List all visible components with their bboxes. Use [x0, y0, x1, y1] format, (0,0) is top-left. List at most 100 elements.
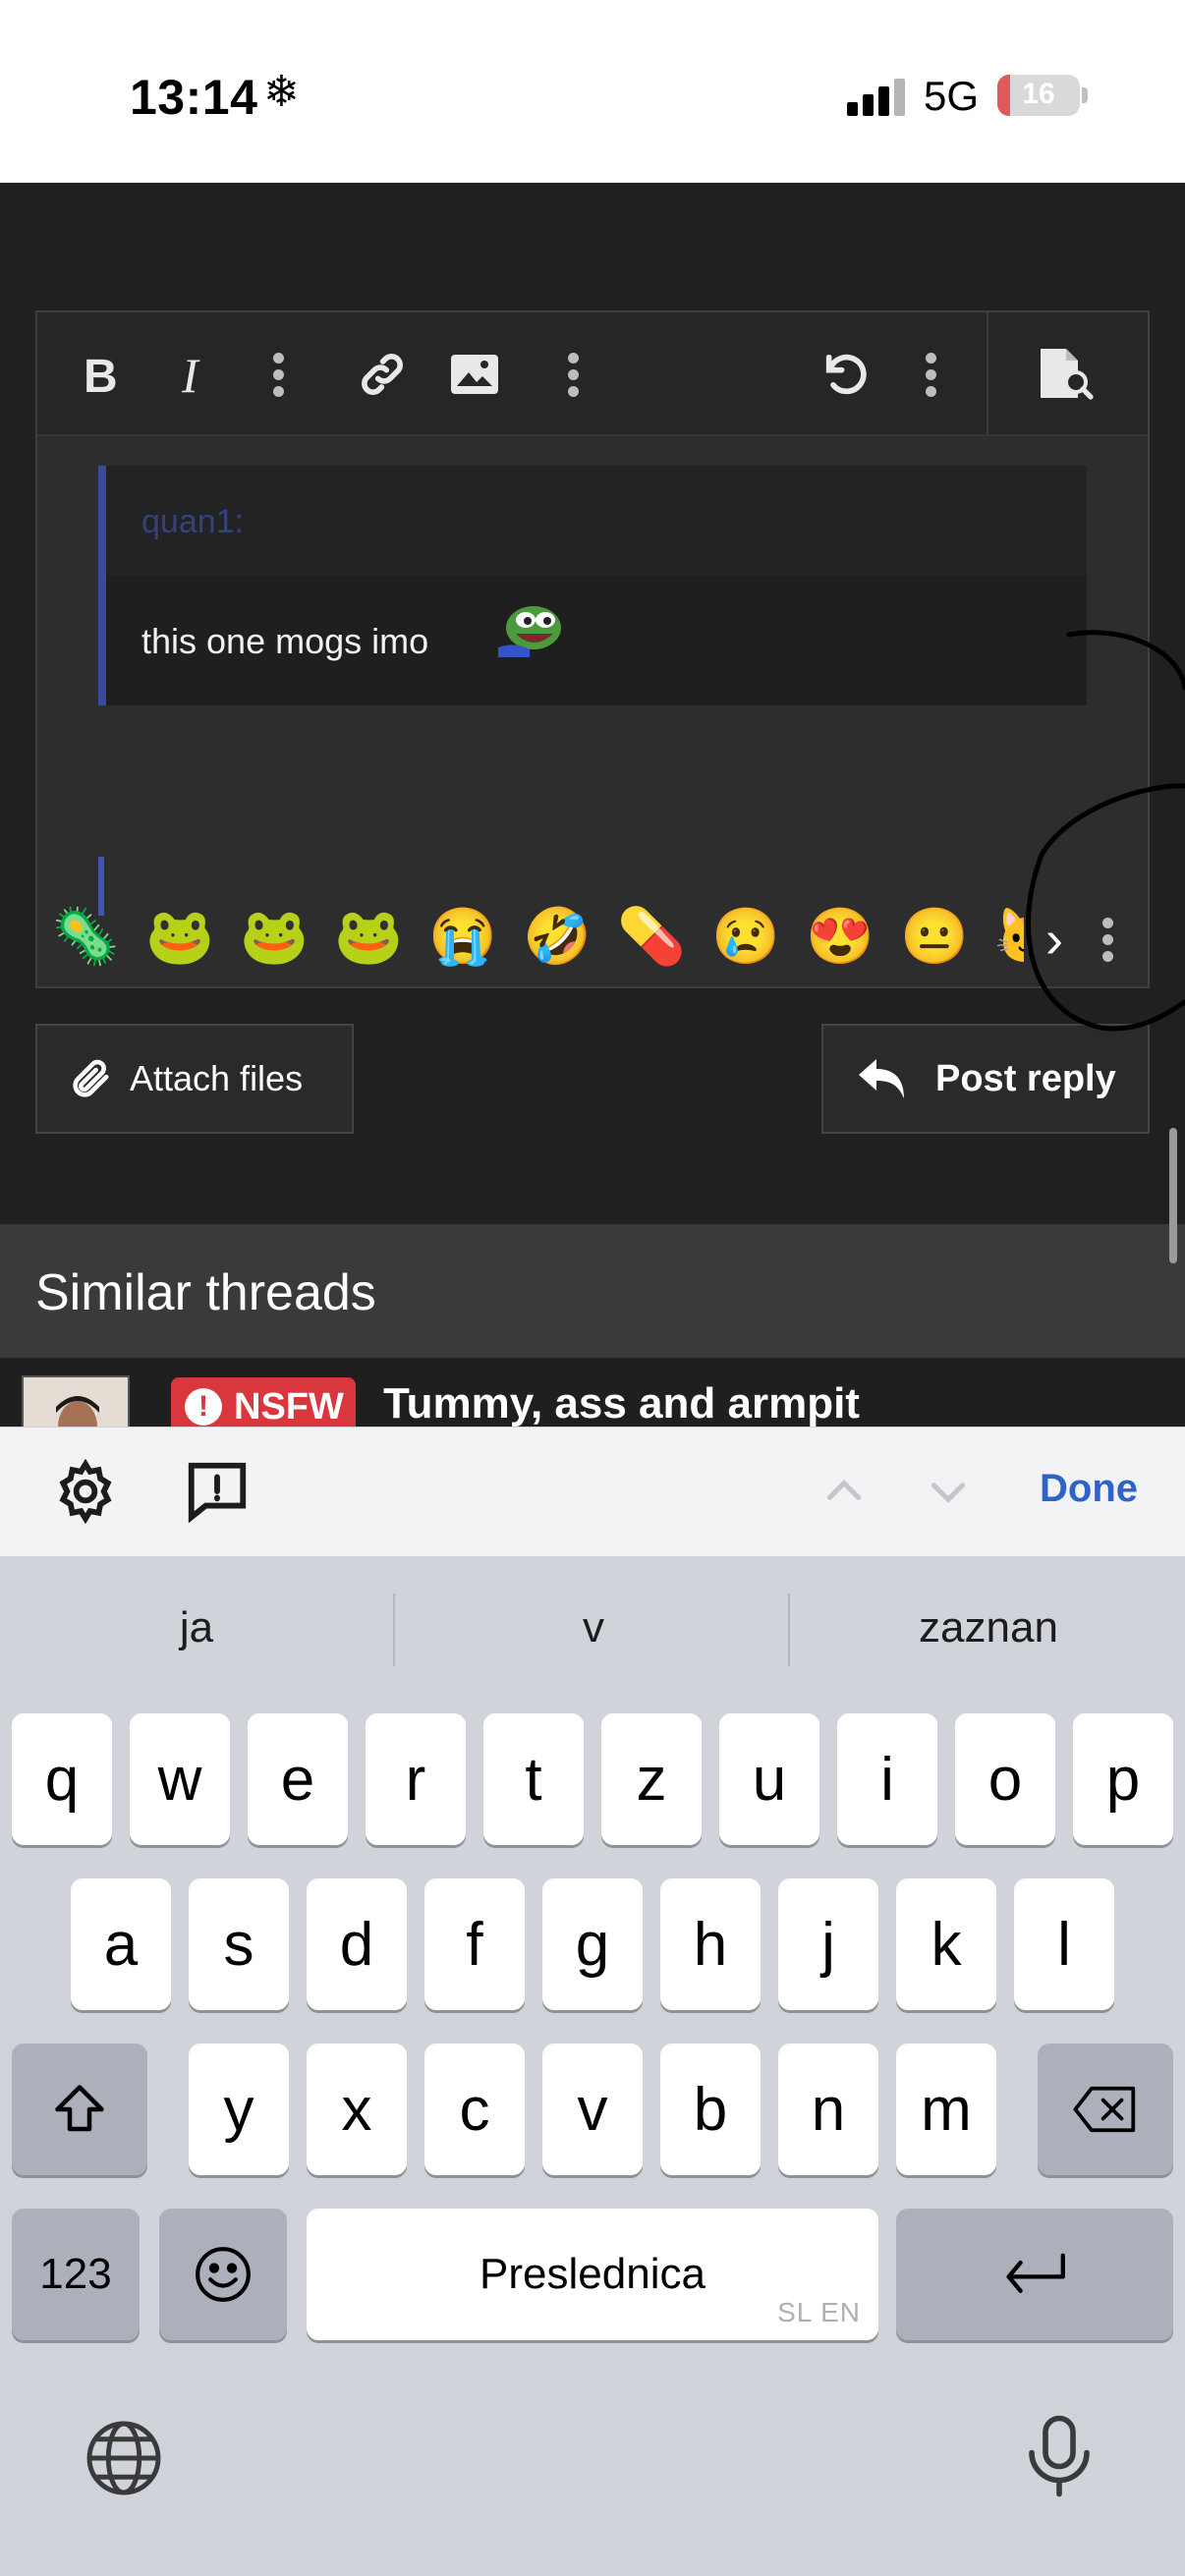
bold-icon[interactable]: B	[69, 340, 138, 409]
feedback-icon[interactable]	[183, 1457, 252, 1526]
attach-files-button[interactable]: Attach files	[35, 1024, 354, 1134]
thread-row[interactable]: ! NSFW Tummy, ass and armpit	[0, 1358, 1185, 1427]
key-d[interactable]: d	[307, 1878, 407, 2010]
quote-text: this one mogs imo	[141, 621, 429, 661]
gear-icon[interactable]	[51, 1457, 120, 1526]
key-l[interactable]: l	[1014, 1878, 1114, 2010]
emoji-item[interactable]: 💊	[617, 904, 686, 969]
key-y[interactable]: y	[189, 2044, 289, 2175]
post-reply-button[interactable]: Post reply	[821, 1024, 1150, 1134]
svg-text:B: B	[84, 351, 118, 398]
svg-text:I: I	[181, 351, 200, 398]
smiley-icon	[196, 2247, 251, 2302]
alert-icon: !	[185, 1388, 222, 1426]
chevron-down-icon[interactable]	[924, 1467, 973, 1516]
key-a[interactable]: a	[71, 1878, 171, 2010]
backspace-key[interactable]	[1038, 2044, 1173, 2175]
space-label: Preslednica	[480, 2250, 705, 2298]
thread-title-link[interactable]: Tummy, ass and armpit	[383, 1379, 860, 1427]
reply-icon	[859, 1059, 904, 1098]
emoji-item[interactable]: 🐸	[240, 904, 309, 969]
key-m[interactable]: m	[896, 2044, 996, 2175]
emoji-item[interactable]: 😍	[806, 904, 875, 969]
key-e[interactable]: e	[248, 1713, 348, 1845]
key-b[interactable]: b	[660, 2044, 761, 2175]
rich-text-editor[interactable]: B I quan1: this one mogs imo 🦠 🐸 🐸 🐸 😭 🤣…	[35, 310, 1150, 988]
editor-toolbar: B I	[37, 312, 1148, 436]
numbers-key[interactable]: 123	[12, 2209, 140, 2340]
key-x[interactable]: x	[307, 2044, 407, 2175]
key-t[interactable]: t	[483, 1713, 584, 1845]
emoji-item[interactable]: 😭	[428, 904, 497, 969]
similar-threads-title: Similar threads	[35, 1264, 376, 1321]
more-vertical-icon[interactable]	[896, 340, 965, 409]
key-c[interactable]: c	[424, 2044, 525, 2175]
return-icon	[1006, 2253, 1065, 2293]
emoji-item[interactable]: 🐱	[994, 904, 1024, 969]
quote-header: quan1:	[106, 466, 1087, 576]
prediction-divider	[393, 1594, 395, 1666]
prediction-suggestion[interactable]: v	[407, 1603, 780, 1652]
chevron-right-icon[interactable]: ›	[1032, 910, 1077, 969]
prediction-suggestion[interactable]: zaznan	[802, 1603, 1175, 1652]
space-key[interactable]: Preslednica SL EN	[307, 2209, 878, 2340]
quote-author[interactable]: quan1:	[141, 503, 244, 541]
key-r[interactable]: r	[366, 1713, 466, 1845]
keyboard-accessory-bar: Done	[0, 1427, 1185, 1556]
more-vertical-icon[interactable]	[1102, 918, 1113, 962]
microphone-icon[interactable]	[1018, 2411, 1100, 2501]
emoji-item[interactable]: 🐸	[145, 904, 214, 969]
key-n[interactable]: n	[778, 2044, 878, 2175]
battery-cap	[1082, 87, 1088, 103]
preview-icon[interactable]	[1032, 340, 1100, 409]
shift-icon	[55, 2085, 104, 2132]
network-type: 5G	[924, 73, 980, 119]
key-k[interactable]: k	[896, 1878, 996, 2010]
image-icon[interactable]	[440, 340, 509, 409]
done-button[interactable]: Done	[1040, 1467, 1138, 1511]
status-bar: 13:14 ❄ 5G 16	[0, 0, 1185, 183]
key-s[interactable]: s	[189, 1878, 289, 2010]
key-z[interactable]: z	[601, 1713, 702, 1845]
emoji-key[interactable]	[159, 2209, 287, 2340]
more-vertical-icon[interactable]	[244, 340, 312, 409]
key-j[interactable]: j	[778, 1878, 878, 2010]
keyboard: ja v zaznan q w e r t z u i o p a s d f …	[0, 1556, 1185, 2576]
shift-key[interactable]	[12, 2044, 147, 2175]
status-time: 13:14	[130, 70, 258, 125]
key-i[interactable]: i	[837, 1713, 937, 1845]
quote-block: quan1: this one mogs imo	[98, 466, 1087, 705]
emoji-bar: 🦠 🐸 🐸 🐸 😭 🤣 💊 😢 😍 😐 🐱 ›	[37, 888, 1148, 988]
battery-level: 16	[1022, 78, 1055, 110]
more-vertical-icon[interactable]	[538, 340, 607, 409]
emoji-item[interactable]: 😐	[900, 904, 969, 969]
prediction-suggestion[interactable]: ja	[10, 1603, 383, 1652]
emoji-item[interactable]: 🤣	[523, 904, 592, 969]
link-icon[interactable]	[348, 340, 417, 409]
key-h[interactable]: h	[660, 1878, 761, 2010]
chevron-up-icon[interactable]	[819, 1467, 869, 1516]
key-q[interactable]: q	[12, 1713, 112, 1845]
avatar[interactable]	[22, 1375, 130, 1427]
key-g[interactable]: g	[542, 1878, 643, 2010]
snowflake-icon: ❄	[263, 68, 300, 116]
key-u[interactable]: u	[719, 1713, 819, 1845]
scrollbar[interactable]	[1169, 1128, 1177, 1263]
nsfw-badge: ! NSFW	[171, 1377, 356, 1427]
language-indicator: SL EN	[777, 2297, 861, 2327]
key-f[interactable]: f	[424, 1878, 525, 2010]
key-w[interactable]: w	[130, 1713, 230, 1845]
nsfw-label: NSFW	[234, 1385, 344, 1428]
post-reply-label: Post reply	[935, 1057, 1116, 1099]
key-v[interactable]: v	[542, 2044, 643, 2175]
emoji-item[interactable]: 😢	[711, 904, 780, 969]
return-key[interactable]	[896, 2209, 1173, 2340]
key-p[interactable]: p	[1073, 1713, 1173, 1845]
emoji-item[interactable]: 🐸	[334, 904, 403, 969]
emoji-item[interactable]: 🦠	[51, 904, 120, 969]
globe-icon[interactable]	[83, 2417, 165, 2499]
key-o[interactable]: o	[955, 1713, 1055, 1845]
prediction-divider	[788, 1594, 790, 1666]
undo-icon[interactable]	[812, 340, 880, 409]
italic-icon[interactable]: I	[163, 340, 232, 409]
